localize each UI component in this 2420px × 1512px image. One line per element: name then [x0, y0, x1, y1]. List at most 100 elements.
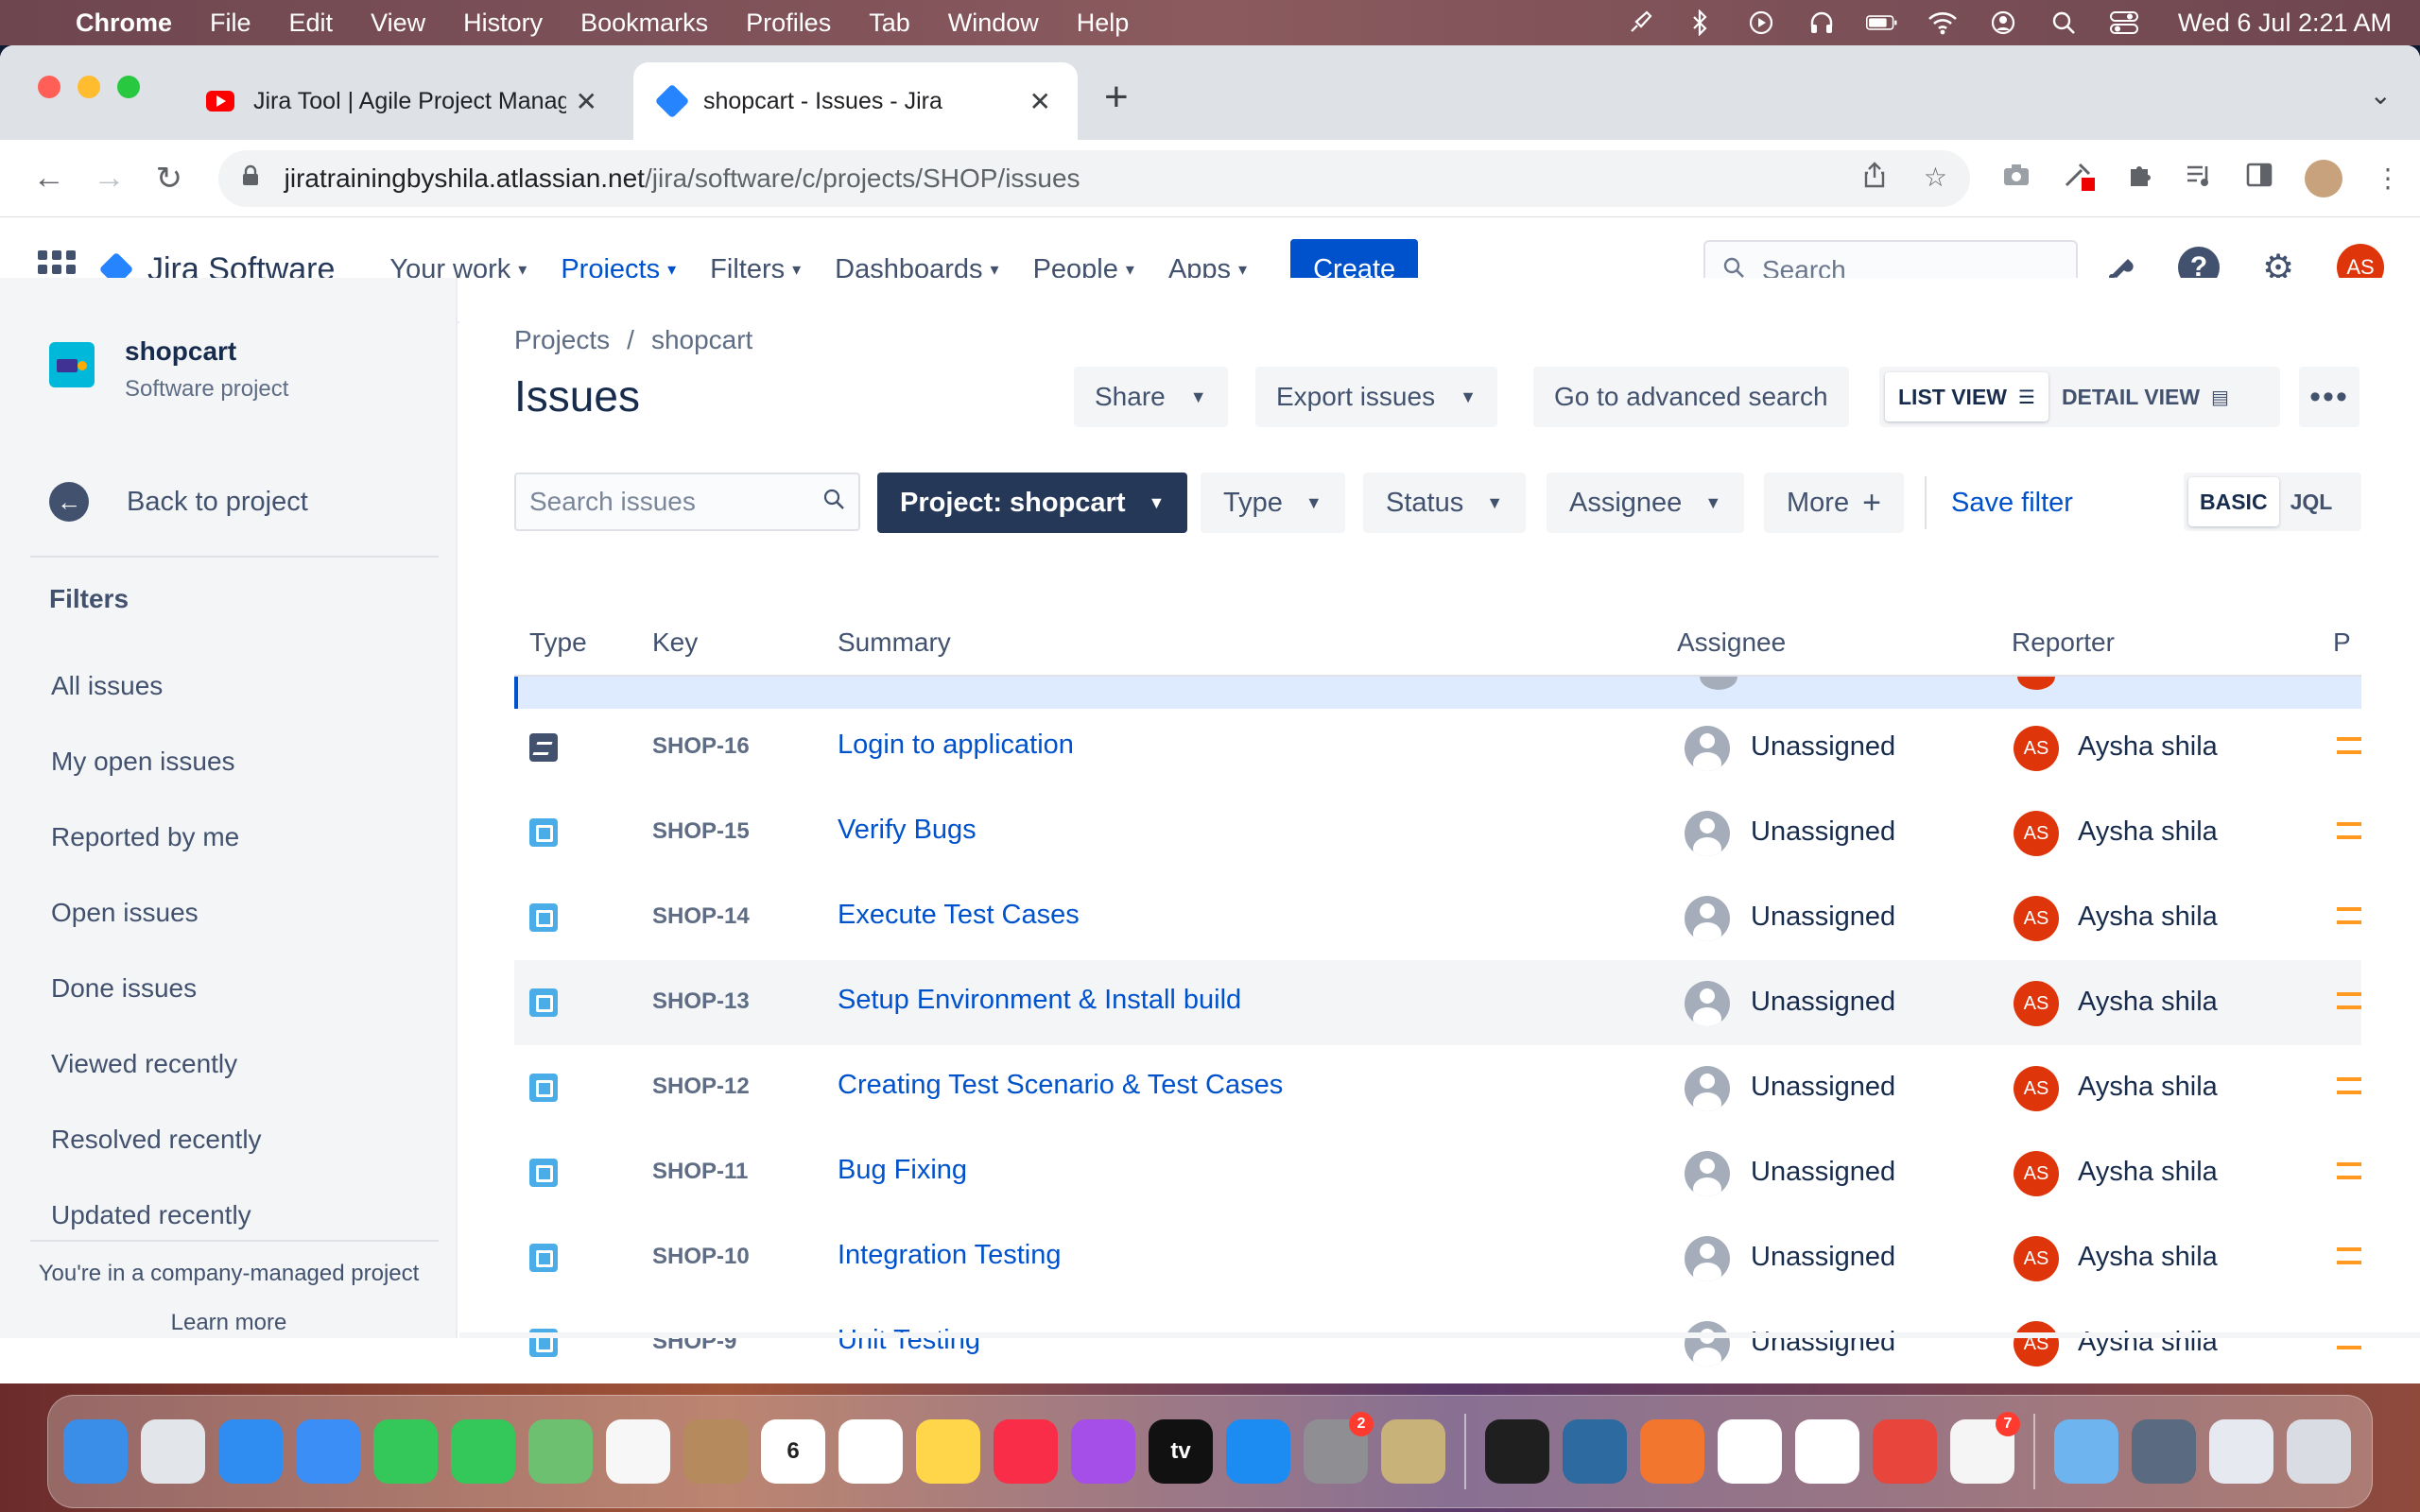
bookmark-star-icon[interactable]: ☆ [1924, 162, 1947, 195]
issue-summary-link[interactable]: Login to application [838, 730, 1074, 761]
column-summary[interactable]: Summary [838, 627, 951, 658]
issue-summary-link[interactable]: Setup Environment & Install build [838, 985, 1241, 1016]
share-page-icon[interactable] [1863, 162, 1886, 195]
search-issues-input[interactable]: Search issues [514, 472, 860, 531]
maps-icon[interactable] [528, 1419, 593, 1484]
project-filter-button[interactable]: Project: shopcart ▼ [877, 472, 1188, 533]
folder-icon[interactable] [2054, 1419, 2118, 1484]
basic-mode-button[interactable]: BASIC [2188, 477, 2279, 526]
table-row[interactable]: SHOP-14 Execute Test Cases Unassigned AS Ays… [514, 875, 2361, 960]
terminal-icon[interactable] [1485, 1419, 1549, 1484]
reporter-name[interactable]: Aysha shila [2078, 987, 2218, 1018]
learn-more-link[interactable]: Learn more [0, 1310, 458, 1336]
address-bar[interactable]: jiratrainingbyshila.atlassian.net/jira/s… [217, 149, 1970, 207]
issue-summary-link[interactable]: Unit Testing [838, 1325, 980, 1356]
breadcrumb-shopcart[interactable]: shopcart [651, 325, 752, 354]
puzzle-extensions-icon[interactable] [2127, 162, 2153, 195]
reporter-name[interactable]: Aysha shila [2078, 1327, 2218, 1358]
chrome-menu-icon[interactable]: ⋮ [2375, 163, 2401, 194]
podcasts-icon[interactable] [1071, 1419, 1135, 1484]
issue-summary-link[interactable]: Verify Bugs [838, 815, 977, 846]
type-filter-button[interactable]: Type ▼ [1201, 472, 1345, 533]
menu-history[interactable]: History [463, 9, 543, 38]
zoom-window-button[interactable] [117, 76, 140, 98]
table-row[interactable]: SHOP-11 Bug Fixing Unassigned AS Aysha shila [514, 1130, 2361, 1215]
app-store-icon[interactable] [1226, 1419, 1290, 1484]
close-tab-icon[interactable]: ✕ [576, 86, 597, 117]
selected-table-row[interactable] [514, 677, 2361, 709]
menu-edit[interactable]: Edit [289, 9, 334, 38]
reminders-icon[interactable] [838, 1419, 903, 1484]
assignee-name[interactable]: Unassigned [1751, 1072, 1895, 1103]
menu-app-name[interactable]: Chrome [76, 9, 172, 38]
filter-open-issues[interactable]: Open issues [51, 898, 199, 928]
bluetooth-icon[interactable] [1685, 9, 1717, 37]
wifi-icon[interactable] [1927, 9, 1959, 37]
issue-key[interactable]: SHOP-13 [652, 988, 750, 1015]
reporter-name[interactable]: Aysha shila [2078, 902, 2218, 933]
reporter-name[interactable]: Aysha shila [2078, 1242, 2218, 1273]
battery-icon[interactable] [1865, 9, 1898, 37]
filter-updated-recently[interactable]: Updated recently [51, 1200, 251, 1230]
assignee-name[interactable]: Unassigned [1751, 816, 1895, 848]
back-arrow-icon[interactable]: ← [19, 160, 79, 197]
column-reporter[interactable]: Reporter [2012, 627, 2115, 658]
pencil-app-icon[interactable] [1640, 1419, 1704, 1484]
list-view-button[interactable]: LIST VIEW ☰ [1885, 372, 2048, 421]
more-actions-button[interactable]: ••• [2299, 367, 2360, 427]
table-row[interactable]: SHOP-12 Creating Test Scenario & Test Cas… [514, 1045, 2361, 1130]
assignee-filter-button[interactable]: Assignee ▼ [1547, 472, 1745, 533]
breadcrumb-projects[interactable]: Projects [514, 325, 610, 354]
finder-icon[interactable] [63, 1419, 128, 1484]
apple-tv-icon[interactable]: tv [1149, 1419, 1213, 1484]
table-row[interactable]: SHOP-16 Login to application Unassigned AS A… [514, 705, 2361, 790]
new-tab-button[interactable]: + [1104, 74, 1129, 121]
system-preferences-icon[interactable]: 2 [1304, 1412, 1374, 1484]
photos-icon[interactable] [606, 1419, 670, 1484]
chrome-icon[interactable] [1718, 1419, 1782, 1484]
issue-key[interactable]: SHOP-15 [652, 818, 750, 845]
table-row[interactable]: SHOP-10 Integration Testing Unassigned AS Ay… [514, 1215, 2361, 1300]
minimize-window-button[interactable] [78, 76, 100, 98]
more-filters-button[interactable]: More + [1764, 472, 1904, 533]
tab-search-icon[interactable]: ⌄ [2370, 79, 2392, 111]
menu-window[interactable]: Window [948, 9, 1039, 38]
filter-viewed-recently[interactable]: Viewed recently [51, 1049, 237, 1079]
filter-my-open-issues[interactable]: My open issues [51, 747, 235, 777]
filter-all-issues[interactable]: All issues [51, 671, 163, 701]
rocket-status-icon[interactable] [1624, 9, 1656, 37]
reporter-name[interactable]: Aysha shila [2078, 731, 2218, 763]
issue-key[interactable]: SHOP-11 [652, 1159, 748, 1185]
launchpad-icon[interactable] [141, 1419, 205, 1484]
menu-bookmarks[interactable]: Bookmarks [580, 9, 708, 38]
menu-tab[interactable]: Tab [869, 9, 910, 38]
menu-view[interactable]: View [371, 9, 425, 38]
share-button[interactable]: Share ▼ [1074, 367, 1228, 427]
save-filter-link[interactable]: Save filter [1951, 488, 2073, 519]
profile-avatar[interactable] [2304, 159, 2342, 198]
contacts-icon[interactable] [683, 1419, 748, 1484]
side-panel-icon[interactable] [2246, 163, 2273, 194]
facetime-icon[interactable] [373, 1419, 438, 1484]
issue-summary-link[interactable]: Creating Test Scenario & Test Cases [838, 1070, 1283, 1101]
assignee-name[interactable]: Unassigned [1751, 902, 1895, 933]
assignee-name[interactable]: Unassigned [1751, 1242, 1895, 1273]
table-row[interactable]: SHOP-13 Setup Environment & Install build… [514, 960, 2361, 1045]
column-assignee[interactable]: Assignee [1677, 627, 1786, 658]
close-tab-icon[interactable]: ✕ [1029, 86, 1051, 117]
headphones-icon[interactable] [1806, 9, 1838, 37]
reporter-name[interactable]: Aysha shila [2078, 1157, 2218, 1188]
assignee-name[interactable]: Unassigned [1751, 1157, 1895, 1188]
issue-summary-link[interactable]: Integration Testing [838, 1240, 1061, 1271]
control-center-icon[interactable] [2108, 9, 2140, 37]
assignee-name[interactable]: Unassigned [1751, 987, 1895, 1018]
eyedropper-extension-icon[interactable] [2063, 159, 2095, 198]
spotlight-search-icon[interactable] [2048, 9, 2080, 37]
wps-office-icon[interactable] [1795, 1419, 1859, 1484]
close-window-button[interactable] [38, 76, 60, 98]
export-issues-button[interactable]: Export issues ▼ [1255, 367, 1497, 427]
music-icon[interactable] [994, 1419, 1058, 1484]
safari-icon[interactable] [218, 1419, 283, 1484]
issue-key[interactable]: SHOP-16 [652, 733, 750, 760]
table-row[interactable]: SHOP-9 Unit Testing Unassigned AS Aysha shil… [514, 1300, 2361, 1385]
